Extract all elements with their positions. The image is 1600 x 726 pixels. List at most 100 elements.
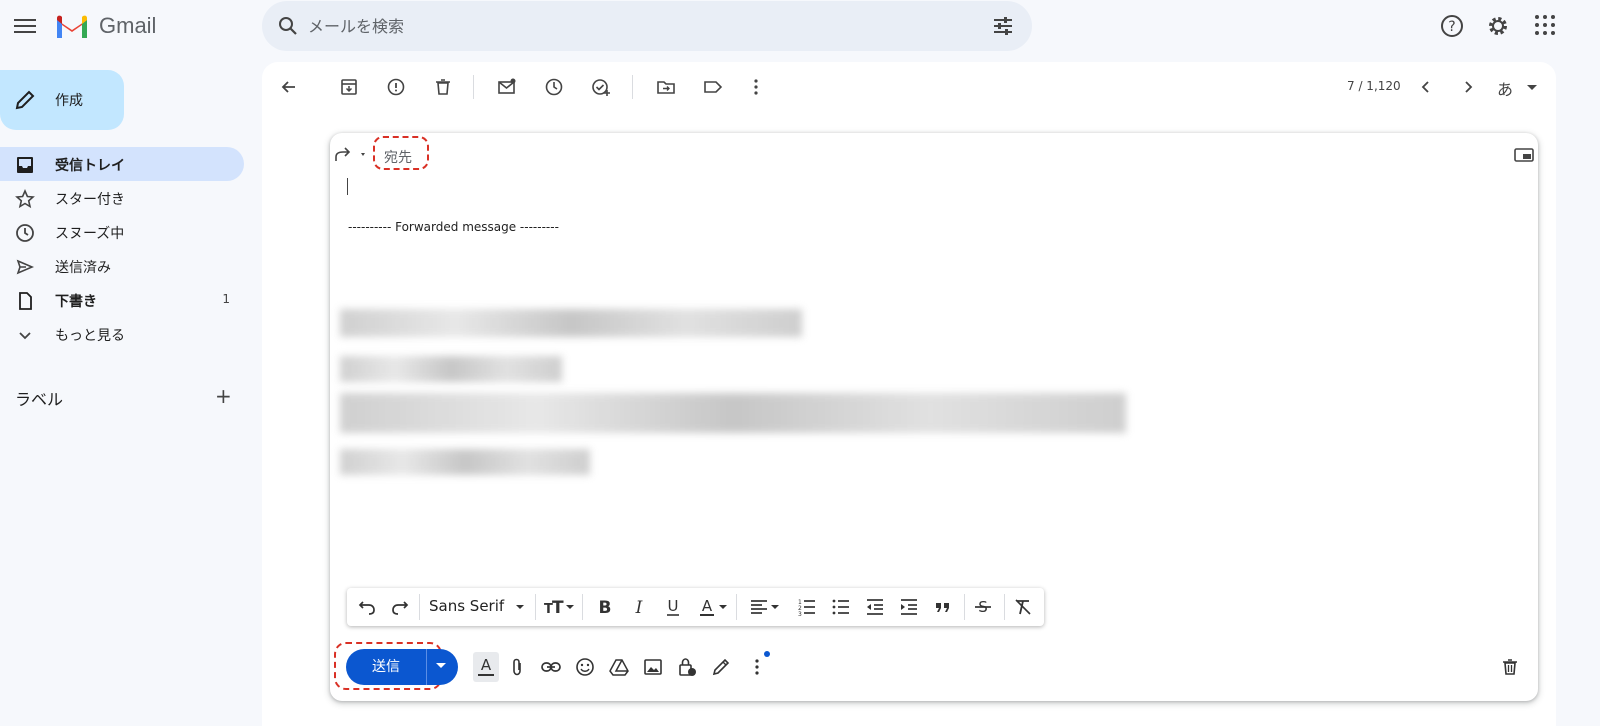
back-arrow-icon[interactable]: [279, 77, 299, 97]
svg-text:?: ?: [1448, 19, 1455, 35]
apps-grid-icon[interactable]: [1534, 14, 1556, 36]
settings-gear-icon[interactable]: [1486, 14, 1510, 38]
google-drive-icon[interactable]: [609, 657, 629, 677]
search-options-icon[interactable]: [992, 16, 1014, 36]
chevron-right-icon[interactable]: [1458, 77, 1478, 97]
toolbar-divider: [964, 594, 965, 620]
forward-compose-box: 宛先 ---------- Forwarded message --------…: [330, 133, 1538, 701]
underline-icon[interactable]: U: [663, 597, 683, 617]
star-icon: [15, 189, 35, 209]
search-bar[interactable]: [262, 1, 1032, 51]
font-family-select[interactable]: Sans Serif: [429, 597, 504, 615]
indent-less-icon[interactable]: [865, 597, 885, 617]
chevron-left-icon[interactable]: [1416, 77, 1436, 97]
compose-button[interactable]: 作成: [0, 70, 124, 130]
svg-text:A: A: [702, 597, 713, 615]
to-label: 宛先: [384, 150, 412, 166]
svg-text:A: A: [481, 656, 492, 674]
inbox-icon: [17, 157, 33, 173]
formatting-options-icon[interactable]: A: [473, 652, 499, 682]
strikethrough-icon[interactable]: S: [973, 597, 993, 617]
report-spam-icon[interactable]: [386, 77, 406, 97]
chevron-down-icon: [19, 332, 31, 340]
sidebar-item-sent[interactable]: 送信済み: [0, 249, 244, 283]
italic-icon[interactable]: I: [629, 597, 649, 617]
insert-photo-icon[interactable]: [643, 657, 663, 677]
sidebar-item-label: スター付き: [55, 192, 125, 208]
sidebar-item-label: もっと見る: [55, 328, 125, 344]
sidebar-item-label: スヌーズ中: [55, 226, 125, 242]
svg-text:I: I: [635, 598, 643, 617]
svg-text:T: T: [552, 598, 564, 617]
toolbar-divider: [736, 594, 737, 620]
sidebar-item-drafts[interactable]: 下書き 1: [0, 283, 244, 317]
bold-icon[interactable]: B: [595, 597, 615, 617]
popout-icon[interactable]: [1514, 147, 1534, 163]
search-icon[interactable]: [276, 14, 300, 38]
discard-draft-icon[interactable]: [1500, 657, 1520, 677]
numbered-list-icon[interactable]: 123: [797, 597, 817, 617]
gmail-logo[interactable]: [55, 14, 89, 40]
toolbar-divider: [419, 594, 420, 620]
text-color-icon[interactable]: A: [697, 597, 731, 617]
indent-more-icon[interactable]: [899, 597, 919, 617]
more-options-icon[interactable]: [747, 657, 767, 677]
caret-down-icon[interactable]: [1522, 77, 1542, 97]
caret-down-icon[interactable]: [510, 597, 530, 617]
add-task-icon[interactable]: [591, 77, 611, 97]
font-size-icon[interactable]: TT: [543, 597, 577, 617]
svg-text:U: U: [668, 597, 679, 615]
redo-icon[interactable]: [390, 597, 410, 617]
remove-formatting-icon[interactable]: [1013, 597, 1033, 617]
sidebar-item-snoozed[interactable]: スヌーズ中: [0, 215, 244, 249]
blurred-text-line: [340, 309, 802, 337]
send-button[interactable]: 送信: [346, 649, 426, 685]
blurred-text-line: [340, 393, 1126, 433]
move-to-folder-icon[interactable]: [656, 77, 676, 97]
sidebar-item-starred[interactable]: スター付き: [0, 181, 244, 215]
forward-arrow-icon[interactable]: [334, 147, 368, 163]
sidebar-item-label: 下書き: [55, 294, 97, 310]
help-icon[interactable]: ?: [1440, 14, 1464, 38]
sidebar-item-more[interactable]: もっと見る: [0, 317, 244, 351]
to-recipient-field[interactable]: 宛先: [373, 136, 429, 170]
mark-unread-icon[interactable]: [497, 77, 517, 97]
signature-pen-icon[interactable]: [711, 657, 731, 677]
forwarded-message-header: ---------- Forwarded message ---------: [348, 220, 559, 234]
toolbar-divider: [632, 75, 633, 99]
search-input[interactable]: [308, 13, 948, 39]
toolbar-divider: [582, 594, 583, 620]
archive-icon[interactable]: [339, 77, 359, 97]
draft-icon: [19, 292, 32, 310]
compose-label: 作成: [55, 93, 83, 109]
blurred-text-line: [340, 356, 562, 382]
schedule-send-dropdown[interactable]: [426, 649, 458, 685]
quote-icon[interactable]: [933, 597, 953, 617]
add-label-button[interactable]: +: [215, 384, 232, 408]
more-vertical-icon[interactable]: [746, 77, 766, 97]
emoji-icon[interactable]: [575, 657, 595, 677]
delete-icon[interactable]: [433, 77, 453, 97]
blurred-text-line: [340, 449, 590, 475]
app-brand: Gmail: [99, 13, 157, 38]
caret-down-icon: [436, 663, 446, 668]
confidential-mode-icon[interactable]: [677, 657, 697, 677]
bulleted-list-icon[interactable]: [831, 597, 851, 617]
sidebar-item-inbox[interactable]: 受信トレイ: [0, 147, 244, 181]
input-tools-button[interactable]: あ: [1497, 76, 1513, 100]
clock-icon: [16, 224, 34, 242]
sidebar-nav: 受信トレイ スター付き スヌーズ中 送信済み 下書き 1 もっと見る: [0, 147, 244, 351]
snooze-icon[interactable]: [544, 77, 564, 97]
align-icon[interactable]: [749, 597, 783, 617]
main-menu-icon[interactable]: [14, 16, 36, 36]
sidebar-item-label: 受信トレイ: [55, 158, 125, 174]
toolbar-divider: [1004, 594, 1005, 620]
toolbar-divider: [473, 75, 474, 99]
svg-text:B: B: [599, 598, 612, 617]
top-bar: Gmail ?: [0, 0, 1600, 56]
draft-count: 1: [222, 292, 230, 306]
undo-icon[interactable]: [357, 597, 377, 617]
attach-file-icon[interactable]: [507, 657, 527, 677]
insert-link-icon[interactable]: [541, 657, 561, 677]
label-icon[interactable]: [703, 77, 723, 97]
